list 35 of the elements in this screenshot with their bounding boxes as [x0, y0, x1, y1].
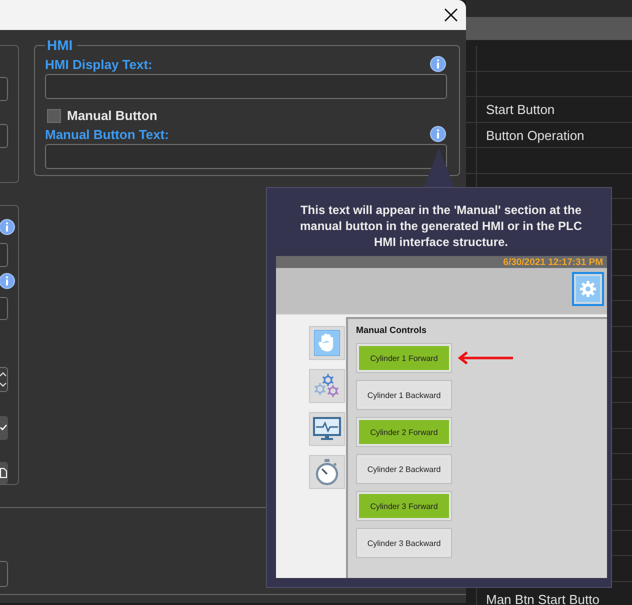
monitor-nav-button[interactable]: [309, 412, 345, 446]
timer-nav-button[interactable]: [309, 455, 345, 489]
timestamp: 6/30/2021 12:17:31 PM: [503, 256, 603, 268]
hand-icon: [314, 330, 340, 356]
settings-icon: [579, 280, 597, 298]
field-label: HMI Display Text:: [45, 56, 152, 72]
checkbox[interactable]: [47, 108, 61, 122]
checkbox-label[interactable]: Manual Button: [67, 108, 158, 123]
manual-nav-button[interactable]: [309, 326, 345, 360]
info-icon[interactable]: [430, 126, 446, 142]
group-title: HMI: [46, 37, 74, 53]
cylinder-button[interactable]: Cylinder 2 Forward: [356, 417, 452, 447]
list-cell[interactable]: Button Operation: [477, 122, 584, 147]
info-icon[interactable]: [0, 272, 15, 288]
monitor-icon: [313, 417, 341, 441]
gears-icon: [313, 372, 341, 400]
settings-button[interactable]: [572, 272, 604, 306]
info-icon[interactable]: [430, 56, 446, 72]
check-icon: [0, 424, 7, 432]
cylinder-button[interactable]: Cylinder 1 Backward: [356, 380, 452, 410]
gears-nav-button[interactable]: [309, 369, 345, 403]
cylinder-button[interactable]: Cylinder 2 Backward: [356, 454, 452, 484]
cylinder-button[interactable]: Cylinder 3 Forward: [356, 491, 452, 521]
document-icon: [0, 468, 7, 478]
cylinder-button[interactable]: Cylinder 3 Backward: [356, 528, 452, 558]
input-field[interactable]: [45, 144, 447, 169]
panel-title: Manual Controls: [356, 325, 428, 335]
close-icon[interactable]: [444, 8, 458, 22]
tooltip-text: This text will appear in the 'Manual' section at the manual button in the generated HMI or in the PLC HMI interface structure.: [298, 202, 583, 250]
info-icon[interactable]: [0, 219, 15, 235]
input-field[interactable]: [45, 74, 447, 99]
field-label: Manual Button Text:: [45, 126, 169, 142]
stopwatch-icon: [314, 458, 340, 486]
cylinder-button[interactable]: Cylinder 1 Forward: [356, 343, 452, 373]
list-cell[interactable]: Start Button: [477, 97, 555, 122]
